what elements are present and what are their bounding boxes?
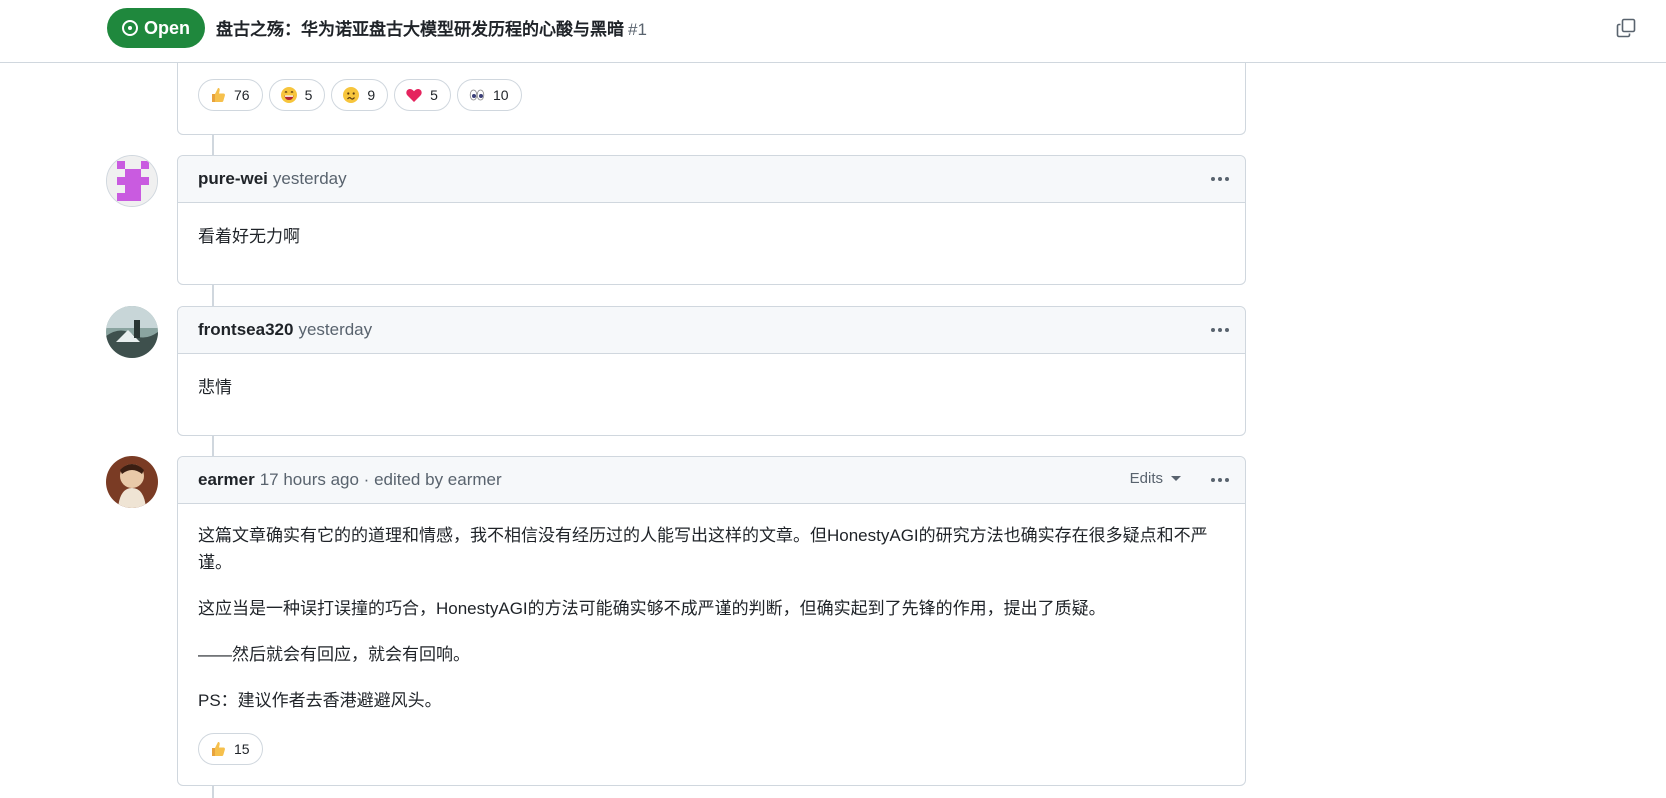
comment-paragraph: 看着好无力啊 — [198, 227, 300, 246]
comment-options-button[interactable] — [1205, 164, 1235, 194]
issue-opened-icon — [121, 20, 138, 36]
comment-options-button[interactable] — [1205, 465, 1235, 495]
comment-author[interactable]: pure-wei — [198, 169, 268, 189]
comment-author[interactable]: frontsea320 — [198, 320, 293, 340]
comment-timestamp[interactable]: 17 hours ago · edited by earmer — [260, 470, 502, 490]
laugh-icon — [280, 87, 297, 103]
comment-paragraph: 这篇文章确实有它的的道理和情感，我不相信没有经历过的人能写出这样的文章。但Hon… — [198, 526, 1208, 572]
comment-paragraph: 悲情 — [198, 378, 232, 397]
comment-header: earmer 17 hours ago · edited by earmer E… — [178, 457, 1245, 504]
issue-state-label: Open — [143, 17, 190, 38]
kebab-horizontal-icon — [1211, 177, 1215, 181]
reaction-heart[interactable]: 5 — [394, 79, 451, 111]
comment: pure-wei yesterday 看着好无力啊 — [177, 155, 1246, 285]
triangle-down-icon — [1171, 476, 1181, 481]
reaction-count: 76 — [234, 87, 250, 103]
reaction-count: 9 — [367, 87, 376, 103]
comment-body: 这篇文章确实有它的的道理和情感，我不相信没有经历过的人能写出这样的文章。但Hon… — [178, 504, 1245, 781]
comment-timestamp[interactable]: yesterday — [298, 320, 372, 340]
issue-state-badge: Open — [107, 8, 205, 48]
kebab-horizontal-icon — [1211, 478, 1215, 482]
timeline-connector — [212, 434, 214, 456]
reaction-bar: 76 5 9 5 10 — [198, 79, 522, 111]
timeline-connector — [212, 134, 214, 155]
identicon-icon — [107, 156, 157, 206]
copy-icon[interactable] — [1616, 18, 1636, 38]
reaction-confused[interactable]: 9 — [331, 79, 389, 111]
comment-paragraph: PS：建议作者去香港避避风头。 — [198, 691, 442, 710]
reaction-laugh[interactable]: 5 — [268, 79, 326, 111]
thumbs-up-icon — [212, 88, 225, 102]
comment-header: pure-wei yesterday — [178, 156, 1245, 203]
sticky-issue-header: Open 盘古之殇：华为诺亚盘古大模型研发历程的心酸与黑暗 #1 — [0, 0, 1666, 63]
issue-title-text: 盘古之殇：华为诺亚盘古大模型研发历程的心酸与黑暗 — [216, 20, 624, 39]
timeline-connector — [212, 284, 214, 306]
reaction-count: 10 — [492, 87, 509, 103]
edits-label: Edits — [1129, 470, 1163, 487]
reaction-bar: 15 — [198, 733, 1225, 765]
user-photo-icon — [106, 456, 158, 508]
comment-options-button[interactable] — [1205, 315, 1235, 345]
eyes-icon — [469, 89, 485, 101]
comment: frontsea320 yesterday 悲情 — [177, 306, 1246, 436]
kebab-horizontal-icon — [1211, 328, 1215, 332]
reaction-count: 5 — [430, 87, 438, 103]
comment-header: frontsea320 yesterday — [178, 307, 1245, 354]
comment-paragraph: 这应当是一种误打误撞的巧合，HonestyAGI的方法可能确实够不成严谨的判断，… — [198, 599, 1106, 618]
thumbs-up-icon — [212, 742, 225, 756]
avatar-pure-wei[interactable] — [106, 155, 158, 207]
comment-paragraph: ——然后就会有回应，就会有回响。 — [198, 645, 470, 664]
reaction-count: 5 — [304, 87, 313, 103]
comment-author[interactable]: earmer — [198, 470, 255, 490]
comment-timestamp[interactable]: yesterday — [273, 169, 347, 189]
comment-body: 悲情 — [178, 354, 1245, 417]
confused-icon — [343, 87, 360, 103]
timeline-connector — [212, 786, 214, 798]
avatar-earmer[interactable] — [106, 456, 158, 508]
avatar-frontsea320[interactable] — [106, 306, 158, 358]
issue-number: #1 — [628, 20, 647, 39]
comment-body: 看着好无力啊 — [178, 203, 1245, 266]
reaction-thumbs-up[interactable]: 15 — [198, 733, 263, 765]
issue-title[interactable]: 盘古之殇：华为诺亚盘古大模型研发历程的心酸与黑暗 #1 — [216, 15, 647, 40]
reaction-eyes[interactable]: 10 — [456, 79, 522, 111]
reaction-count: 15 — [234, 740, 250, 757]
reaction-thumbs-up[interactable]: 76 — [198, 79, 263, 111]
user-photo-icon — [106, 306, 158, 358]
edits-dropdown[interactable]: Edits — [1130, 470, 1181, 487]
heart-icon — [406, 88, 422, 102]
comment: earmer 17 hours ago · edited by earmer E… — [177, 456, 1246, 786]
